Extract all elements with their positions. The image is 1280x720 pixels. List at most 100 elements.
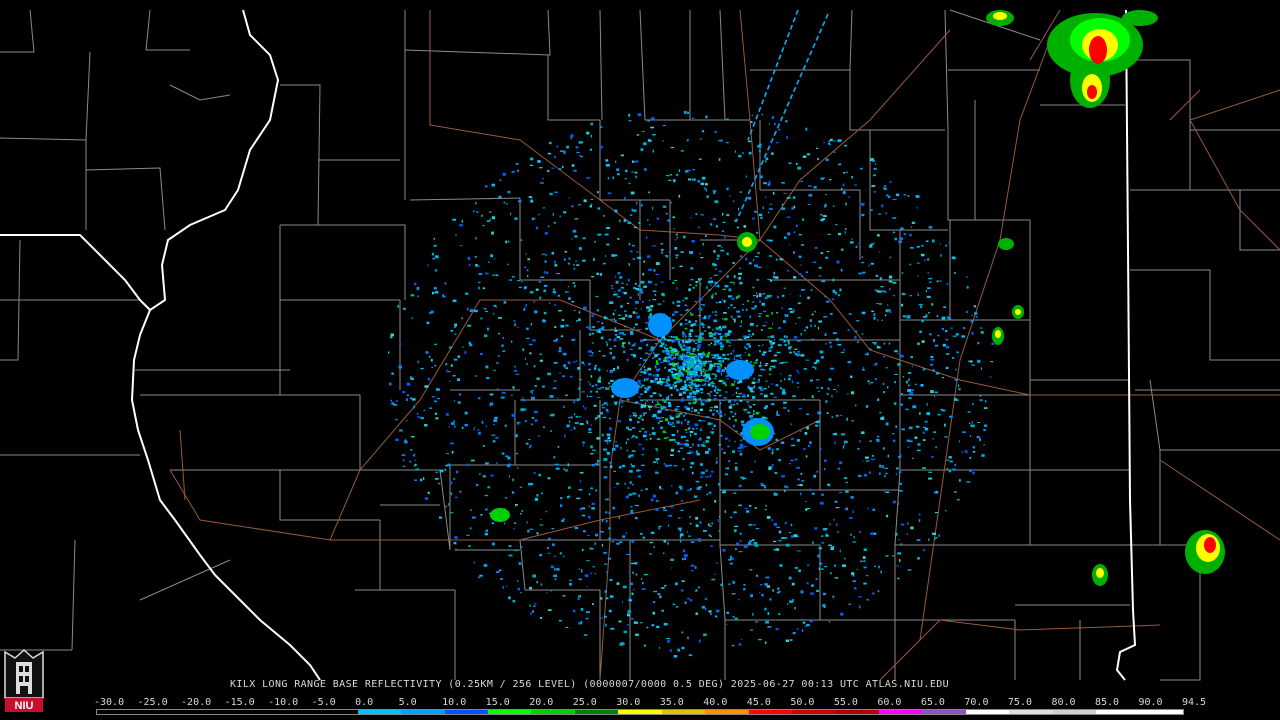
clutter-pixel	[899, 559, 901, 562]
clutter-pixel	[563, 467, 565, 471]
clutter-pixel	[821, 493, 824, 496]
clutter-pixel	[632, 466, 635, 468]
clutter-pixel	[480, 352, 483, 356]
clutter-pixel	[619, 276, 623, 279]
clutter-pixel	[826, 300, 830, 303]
clutter-pixel	[703, 442, 705, 444]
clutter-pixel	[570, 137, 572, 140]
clutter-pixel	[671, 364, 675, 366]
clutter-pixel	[586, 586, 588, 588]
clutter-pixel	[862, 460, 864, 462]
clutter-pixel	[612, 356, 616, 360]
clutter-pixel	[582, 548, 584, 551]
clutter-pixel	[652, 494, 657, 498]
clutter-pixel	[749, 504, 752, 507]
clutter-pixel	[573, 609, 576, 613]
clutter-pixel	[722, 212, 724, 216]
clutter-pixel	[905, 380, 909, 384]
clutter-pixel	[717, 340, 721, 342]
clutter-pixel	[709, 277, 712, 279]
clutter-pixel	[746, 411, 751, 414]
clutter-pixel	[665, 347, 669, 351]
clutter-pixel	[767, 447, 771, 450]
clutter-pixel	[836, 260, 840, 264]
clutter-pixel	[534, 310, 538, 314]
clutter-pixel	[823, 215, 827, 217]
clutter-pixel	[701, 379, 705, 381]
clutter-pixel	[466, 463, 469, 466]
clutter-pixel	[469, 527, 472, 530]
clutter-pixel	[605, 623, 607, 627]
clutter-pixel	[708, 289, 711, 291]
clutter-pixel	[619, 541, 622, 544]
clutter-pixel	[536, 494, 539, 497]
clutter-pixel	[689, 426, 692, 428]
clutter-pixel	[853, 536, 855, 538]
clutter-pixel	[648, 306, 651, 308]
clutter-pixel	[804, 625, 807, 627]
clutter-pixel	[983, 424, 988, 427]
clutter-pixel	[689, 402, 691, 405]
colorbar-swatch	[922, 710, 966, 714]
clutter-pixel	[900, 543, 903, 545]
clutter-pixel	[732, 580, 735, 584]
clutter-pixel	[714, 500, 717, 503]
clutter-pixel	[709, 525, 712, 527]
clutter-pixel	[542, 385, 545, 388]
clutter-pixel	[530, 322, 532, 326]
clutter-pixel	[616, 542, 620, 545]
clutter-pixel	[689, 251, 693, 254]
clutter-pixel	[549, 414, 553, 417]
clutter-pixel	[631, 437, 633, 439]
clutter-pixel	[621, 405, 623, 408]
clutter-pixel	[821, 280, 826, 283]
clutter-pixel	[629, 296, 632, 299]
colorbar-swatch	[97, 710, 141, 714]
clutter-pixel	[588, 516, 591, 520]
clutter-pixel	[507, 263, 509, 266]
clutter-pixel	[740, 357, 742, 359]
clutter-pixel	[505, 585, 508, 587]
clutter-pixel	[885, 422, 889, 426]
clutter-pixel	[815, 379, 820, 381]
clutter-pixel	[924, 259, 926, 261]
clutter-pixel	[780, 379, 782, 382]
clutter-pixel	[630, 191, 635, 195]
clutter-pixel	[717, 356, 722, 359]
clutter-pixel	[664, 346, 666, 349]
clutter-pixel	[763, 310, 767, 312]
clutter-pixel	[651, 395, 653, 397]
clutter-pixel	[734, 430, 738, 432]
clutter-pixel	[640, 489, 644, 491]
clutter-pixel	[533, 300, 535, 303]
clutter-pixel	[714, 200, 719, 203]
clutter-pixel	[892, 217, 897, 219]
clutter-pixel	[434, 412, 437, 415]
clutter-pixel	[718, 443, 721, 446]
clutter-pixel	[839, 461, 843, 465]
clutter-pixel	[676, 300, 681, 303]
clutter-pixel	[461, 317, 463, 320]
clutter-pixel	[737, 381, 740, 384]
clutter-pixel	[646, 322, 649, 325]
clutter-pixel	[773, 359, 777, 362]
clutter-pixel	[769, 367, 772, 371]
colorbar-label: -30.0	[94, 697, 125, 708]
clutter-pixel	[529, 164, 533, 166]
clutter-pixel	[514, 323, 516, 326]
clutter-pixel	[395, 418, 398, 421]
clutter-pixel	[974, 312, 978, 315]
clutter-pixel	[704, 330, 706, 332]
clutter-pixel	[660, 405, 662, 408]
clutter-pixel	[897, 363, 901, 366]
clutter-pixel	[554, 191, 558, 193]
colorbar-swatch	[618, 710, 662, 714]
clutter-pixel	[545, 254, 548, 256]
clutter-pixel	[682, 558, 684, 561]
clutter-pixel	[578, 568, 581, 570]
clutter-pixel	[640, 308, 642, 310]
clutter-pixel	[577, 597, 580, 601]
clutter-pixel	[720, 348, 723, 351]
clutter-pixel	[609, 488, 611, 491]
clutter-pixel	[745, 347, 748, 350]
